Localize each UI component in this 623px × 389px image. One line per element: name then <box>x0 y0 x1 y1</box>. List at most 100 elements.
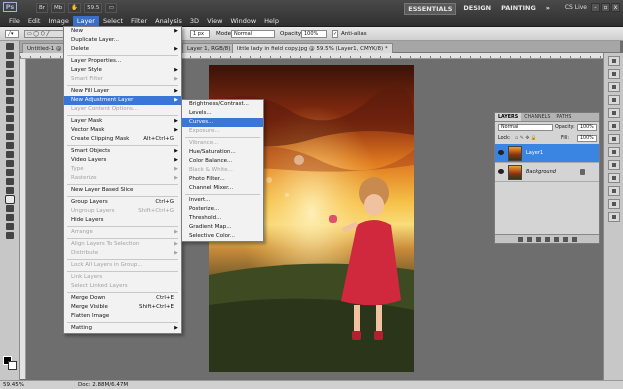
blur-tool-icon[interactable] <box>6 151 14 158</box>
zoom-tool-icon[interactable] <box>6 232 14 239</box>
lock-icons[interactable]: ▫ ✎ ✥ 🔒 <box>515 133 537 144</box>
3d-rotate-tool-icon[interactable] <box>6 205 14 212</box>
menu-image[interactable]: Image <box>44 16 72 26</box>
blend-mode-select[interactable]: Normal <box>498 124 553 131</box>
dock-adjustments-icon[interactable] <box>607 95 620 105</box>
link-icon[interactable] <box>517 237 523 242</box>
tool-preset-picker[interactable]: ╱▾ <box>5 30 19 38</box>
menu-item-selective-color[interactable]: Selective Color... <box>182 232 263 241</box>
tab-layers[interactable]: LAYERS <box>495 113 522 121</box>
mode-select[interactable]: Normal <box>231 30 275 38</box>
hand-tool-icon[interactable] <box>6 223 14 230</box>
workspace-design[interactable]: DESIGN <box>460 3 494 15</box>
menu-item-vector-mask[interactable]: Vector Mask ▶ <box>64 126 181 135</box>
tab-paths[interactable]: PATHS <box>553 113 574 121</box>
tab-channels[interactable]: CHANNELS <box>521 113 553 121</box>
menu-item-levels[interactable]: Levels... <box>182 109 263 118</box>
menu-item-new-adjustment-layer[interactable]: New Adjustment Layer ▶ <box>64 96 181 105</box>
workspace-painting[interactable]: PAINTING <box>498 3 539 15</box>
menu-select[interactable]: Select <box>99 16 127 26</box>
trash-icon[interactable] <box>571 237 577 242</box>
tab-little-lady[interactable]: little lady in field copy.jpg @ 59.5% (L… <box>232 43 393 53</box>
restore-icon[interactable]: ▫ <box>601 3 610 12</box>
mask-icon[interactable] <box>535 237 541 242</box>
dock-actions-icon[interactable] <box>607 134 620 144</box>
zoom-readout[interactable]: 59.45% <box>3 381 24 389</box>
marquee-tool-icon[interactable] <box>6 52 14 59</box>
dock-styles-icon[interactable] <box>607 82 620 92</box>
workspace-more[interactable]: » <box>543 3 553 15</box>
brush-tool-icon[interactable] <box>6 106 14 113</box>
type-tool-icon[interactable] <box>6 178 14 185</box>
menu-item-group-layers[interactable]: Group Layers Ctrl+G <box>64 198 181 207</box>
menu-item-hide-layers[interactable]: Hide Layers <box>64 216 181 225</box>
menu-item-new[interactable]: New ▶ <box>64 27 181 36</box>
dock-swatches-icon[interactable] <box>607 69 620 79</box>
dock-character-icon[interactable] <box>607 173 620 183</box>
menu-layer[interactable]: Layer <box>72 16 99 26</box>
document-size-readout[interactable]: Doc: 2.88M/6.47M <box>78 381 128 389</box>
visibility-eye-icon[interactable] <box>498 169 504 174</box>
background-color-swatch[interactable] <box>8 361 17 370</box>
dodge-tool-icon[interactable] <box>6 160 14 167</box>
menu-analysis[interactable]: Analysis <box>151 16 186 26</box>
close-icon[interactable]: x <box>611 3 620 12</box>
adjustment-icon[interactable] <box>544 237 550 242</box>
dock-color-icon[interactable] <box>607 56 620 66</box>
quick-select-tool-icon[interactable] <box>6 70 14 77</box>
move-tool-icon[interactable] <box>6 43 14 50</box>
menu-item-invert[interactable]: Invert... <box>182 196 263 205</box>
menu-item-delete[interactable]: Delete ▶ <box>64 45 181 54</box>
3d-orbit-tool-icon[interactable] <box>6 214 14 221</box>
menu-item-video-layers[interactable]: Video Layers ▶ <box>64 156 181 165</box>
hand-tool-button[interactable]: ✋ <box>68 3 82 13</box>
path-select-tool-icon[interactable] <box>6 187 14 194</box>
menu-item-create-clipping-mask[interactable]: Create Clipping Mask Alt+Ctrl+G <box>64 135 181 144</box>
menu-item-hue-saturation[interactable]: Hue/Saturation... <box>182 148 263 157</box>
menu-item-posterize[interactable]: Posterize... <box>182 205 263 214</box>
line-tool-icon[interactable] <box>5 195 15 204</box>
new-layer-icon[interactable] <box>562 237 568 242</box>
zoom-level-badge[interactable]: 59.5 <box>84 3 103 13</box>
menu-item-layer-mask[interactable]: Layer Mask ▶ <box>64 117 181 126</box>
weight-field[interactable]: 1 px <box>190 30 210 38</box>
menu-item-threshold[interactable]: Threshold... <box>182 214 263 223</box>
dock-navigator-icon[interactable] <box>607 212 620 222</box>
antialias-checkbox[interactable]: ✓ <box>332 30 338 38</box>
dock-info-icon[interactable] <box>607 199 620 209</box>
menu-edit[interactable]: Edit <box>24 16 45 26</box>
menu-item-matting[interactable]: Matting ▶ <box>64 324 181 333</box>
dock-brush-icon[interactable] <box>607 147 620 157</box>
gradient-tool-icon[interactable] <box>6 142 14 149</box>
menu-item-layer-properties[interactable]: Layer Properties... <box>64 57 181 66</box>
dock-paragraph-icon[interactable] <box>607 186 620 196</box>
bridge-button[interactable]: Br <box>36 3 49 13</box>
mini-bridge-button[interactable]: Mb <box>51 3 66 13</box>
shape-mode-buttons[interactable]: ▭ ◯ ⬡ ╱ <box>24 30 64 38</box>
menu-item-merge-visible[interactable]: Merge Visible Shift+Ctrl+E <box>64 303 181 312</box>
menu-window[interactable]: Window <box>227 16 261 26</box>
opacity-field[interactable]: 100% <box>301 30 327 38</box>
tab-untitled[interactable]: Untitled-1 @ <box>22 43 67 53</box>
screen-mode-button[interactable]: ▭ <box>105 3 118 13</box>
menu-file[interactable]: File <box>5 16 24 26</box>
menu-help[interactable]: Help <box>260 16 283 26</box>
menu-item-gradient-map[interactable]: Gradient Map... <box>182 223 263 232</box>
menu-item-new-fill-layer[interactable]: New Fill Layer ▶ <box>64 87 181 96</box>
menu-filter[interactable]: Filter <box>127 16 151 26</box>
layer-row-background[interactable]: Background <box>495 163 599 182</box>
lasso-tool-icon[interactable] <box>6 61 14 68</box>
menu-item-brightness-contrast[interactable]: Brightness/Contrast... <box>182 100 263 109</box>
folder-icon[interactable] <box>553 237 559 242</box>
menu-item-flatten-image[interactable]: Flatten Image <box>64 312 181 321</box>
menu-item-channel-mixer[interactable]: Channel Mixer... <box>182 184 263 193</box>
minimize-icon[interactable]: - <box>591 3 600 12</box>
dock-clone-icon[interactable] <box>607 160 620 170</box>
menu-item-new-layer-based-slice[interactable]: New Layer Based Slice <box>64 186 181 195</box>
menu-item-layer-style[interactable]: Layer Style ▶ <box>64 66 181 75</box>
cs-live-button[interactable]: CS Live <box>565 3 587 13</box>
healing-tool-icon[interactable] <box>6 97 14 104</box>
menu-item-duplicate-layer[interactable]: Duplicate Layer... <box>64 36 181 45</box>
fill-field[interactable]: 100% <box>577 135 597 142</box>
layer-row-layer1[interactable]: Layer1 <box>495 144 599 163</box>
